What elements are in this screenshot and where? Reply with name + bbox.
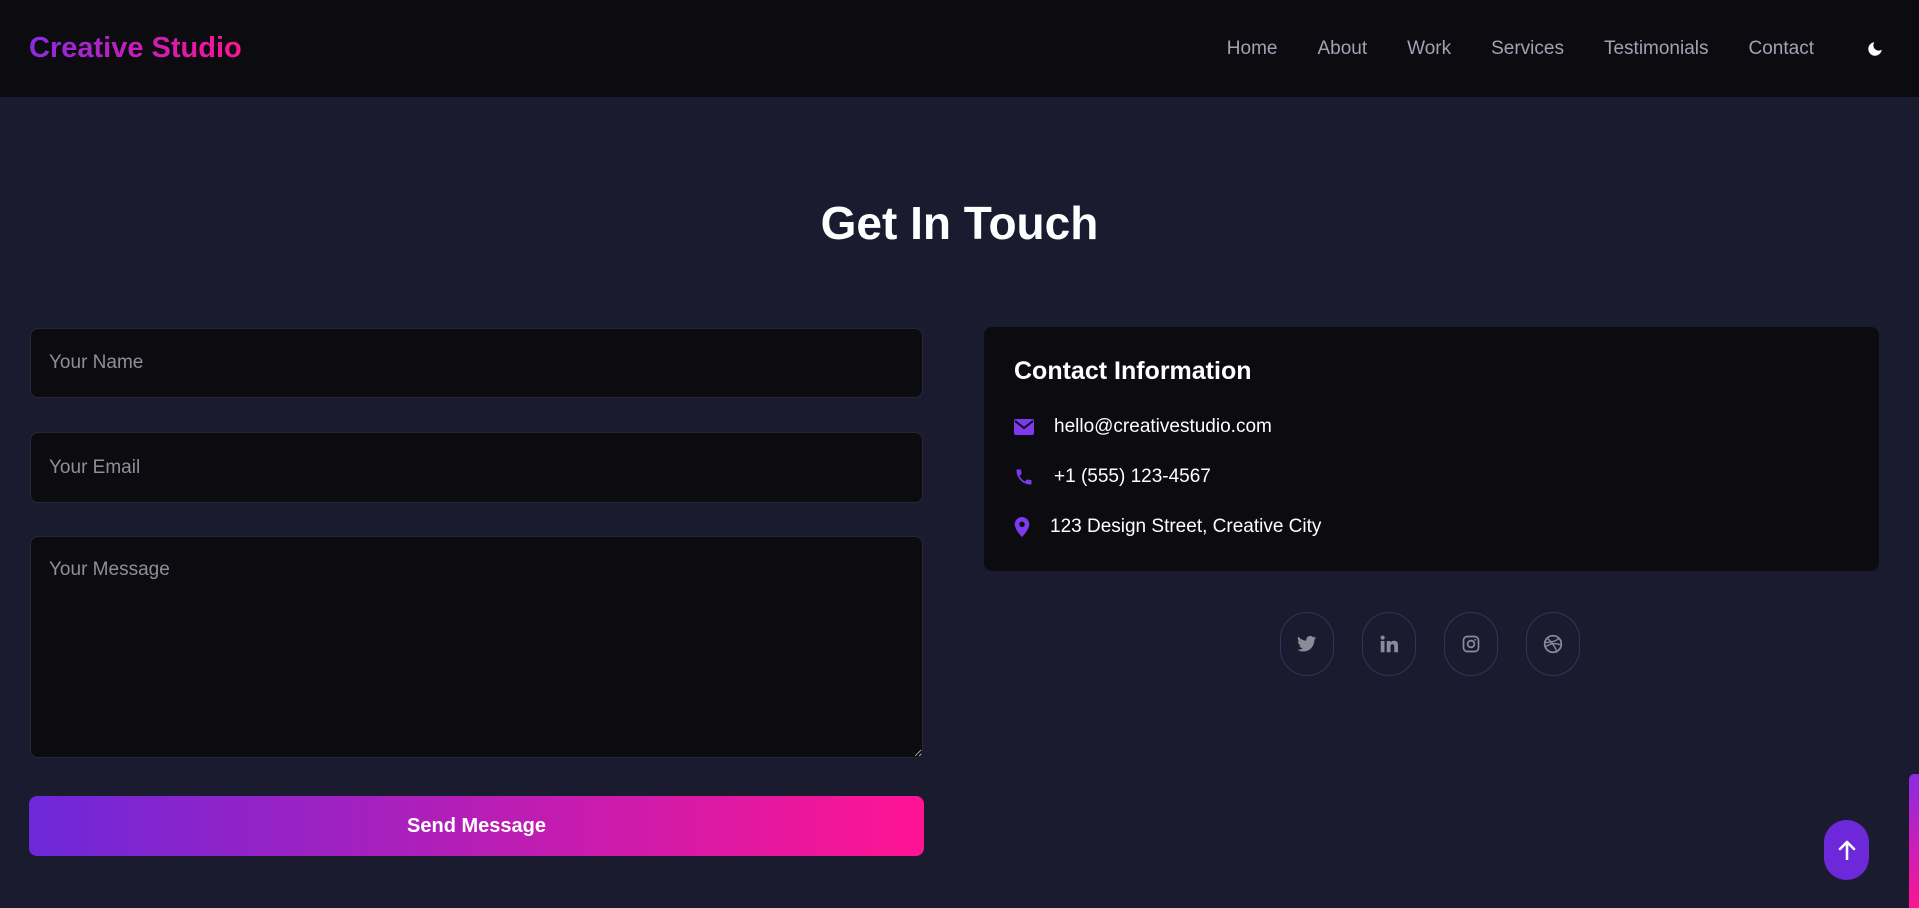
email-input[interactable] <box>30 432 923 503</box>
send-message-button[interactable]: Send Message <box>29 796 924 856</box>
instagram-icon <box>1462 635 1480 653</box>
contact-phone[interactable]: +1 (555) 123-4567 <box>1054 466 1211 488</box>
envelope-icon <box>1014 419 1038 435</box>
arrow-up-icon <box>1838 840 1855 860</box>
section-title: Get In Touch <box>820 197 1099 249</box>
phone-icon <box>1014 467 1038 487</box>
contact-address-row: 123 Design Street, Creative City <box>1014 516 1321 538</box>
nav-link-services[interactable]: Services <box>1491 38 1564 60</box>
twitter-icon <box>1297 635 1317 652</box>
message-textarea[interactable] <box>30 536 923 758</box>
dribbble-icon <box>1543 634 1563 654</box>
social-links <box>1280 612 1580 676</box>
twitter-button[interactable] <box>1280 612 1334 676</box>
linkedin-icon <box>1380 635 1398 653</box>
theme-toggle-button[interactable] <box>1860 34 1890 64</box>
navbar: Creative Studio Home About Work Services… <box>0 0 1919 97</box>
dribbble-button[interactable] <box>1526 612 1580 676</box>
contact-info-card: Contact Information hello@creativestudio… <box>984 327 1879 571</box>
brand-logo[interactable]: Creative Studio <box>29 32 242 65</box>
map-pin-icon <box>1014 517 1038 537</box>
name-input[interactable] <box>30 328 923 398</box>
nav-link-testimonials[interactable]: Testimonials <box>1604 38 1709 60</box>
nav-link-home[interactable]: Home <box>1227 38 1278 60</box>
scrollbar-thumb[interactable] <box>1909 774 1919 908</box>
contact-info-title: Contact Information <box>1014 357 1252 385</box>
contact-email[interactable]: hello@creativestudio.com <box>1054 416 1272 438</box>
back-to-top-button[interactable] <box>1824 820 1869 880</box>
linkedin-button[interactable] <box>1362 612 1416 676</box>
contact-address: 123 Design Street, Creative City <box>1050 516 1322 537</box>
nav-link-work[interactable]: Work <box>1407 38 1451 60</box>
moon-icon <box>1868 41 1882 56</box>
instagram-button[interactable] <box>1444 612 1498 676</box>
nav-link-contact[interactable]: Contact <box>1749 38 1814 60</box>
contact-email-row: hello@creativestudio.com <box>1014 416 1272 438</box>
nav-link-about[interactable]: About <box>1317 38 1367 60</box>
contact-phone-row: +1 (555) 123-4567 <box>1014 466 1211 488</box>
nav-links: Home About Work Services Testimonials Co… <box>1187 34 1890 64</box>
